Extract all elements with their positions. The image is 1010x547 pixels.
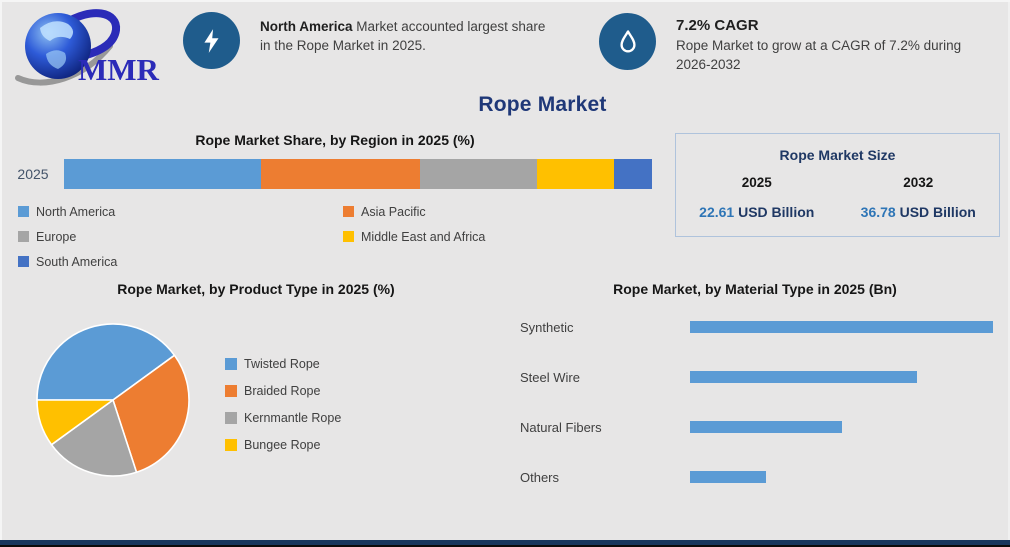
material-bar — [690, 371, 917, 383]
region-chart-title: Rope Market Share, by Region in 2025 (%) — [10, 132, 660, 148]
material-bar — [690, 321, 993, 333]
region-axis-label: 2025 — [10, 166, 56, 182]
legend-label: Europe — [36, 230, 76, 244]
region-segment-middle-east-and-africa — [537, 159, 613, 189]
legend-label: Twisted Rope — [244, 357, 320, 371]
value-unit: USD Billion — [734, 204, 814, 220]
legend-label: South America — [36, 255, 117, 269]
callout-cagr-text: 7.2% CAGR Rope Market to grow at a CAGR … — [676, 13, 976, 74]
market-size-box: Rope Market Size 2025 2032 22.61 USD Bil… — [675, 133, 1000, 237]
material-bar-chart: Synthetic Steel Wire Natural Fibers Others — [520, 302, 1000, 502]
material-bar-track — [690, 421, 1000, 433]
legend-label: Asia Pacific — [361, 205, 426, 219]
legend-swatch-icon — [225, 358, 237, 370]
legend-item-europe: Europe — [18, 229, 117, 244]
callout-north-america-text: North America Market accounted largest s… — [260, 12, 552, 55]
value-number: 22.61 — [699, 204, 734, 220]
market-size-value-2025: 22.61 USD Billion — [676, 204, 838, 220]
material-chart-title: Rope Market, by Material Type in 2025 (B… — [510, 281, 1000, 297]
legend-item-twisted-rope: Twisted Rope — [225, 356, 341, 371]
product-pie-legend: Twisted Rope Braided Rope Kernmantle Rope B… — [225, 356, 341, 452]
material-label: Others — [520, 470, 690, 485]
callout-cagr: 7.2% CAGR Rope Market to grow at a CAGR … — [599, 13, 976, 74]
rope-market-infographic: MMR North America Market accounted large… — [0, 0, 1010, 547]
market-size-year-2025: 2025 — [676, 175, 838, 190]
legend-swatch-icon — [18, 206, 29, 217]
region-legend-column-1: North America Europe South America — [18, 204, 117, 269]
material-bar — [690, 471, 766, 483]
legend-item-south-america: South America — [18, 254, 117, 269]
legend-swatch-icon — [225, 412, 237, 424]
region-segment-north-america — [64, 159, 261, 189]
material-bar — [690, 421, 842, 433]
value-unit: USD Billion — [896, 204, 976, 220]
legend-item-braided-rope: Braided Rope — [225, 383, 341, 398]
legend-swatch-icon — [225, 385, 237, 397]
callout-bold-text: North America — [260, 19, 353, 34]
product-pie-chart — [33, 320, 193, 480]
region-segment-europe — [420, 159, 538, 189]
legend-swatch-icon — [225, 439, 237, 451]
material-bar-track — [690, 321, 1000, 333]
legend-item-bungee-rope: Bungee Rope — [225, 437, 341, 452]
cagr-body-text: Rope Market to grow at a CAGR of 7.2% du… — [676, 36, 976, 74]
callout-north-america: North America Market accounted largest s… — [183, 12, 552, 69]
droplet-icon — [599, 13, 656, 70]
legend-item-middle-east-and-africa: Middle East and Africa — [343, 229, 485, 244]
material-row-natural-fibers: Natural Fibers — [520, 402, 1000, 452]
page-title: Rope Market — [75, 93, 1010, 117]
material-label: Natural Fibers — [520, 420, 690, 435]
globe-icon: MMR — [10, 4, 170, 88]
product-chart-title: Rope Market, by Product Type in 2025 (%) — [20, 281, 492, 297]
material-label: Steel Wire — [520, 370, 690, 385]
material-row-others: Others — [520, 452, 1000, 502]
material-label: Synthetic — [520, 320, 690, 335]
legend-item-asia-pacific: Asia Pacific — [343, 204, 485, 219]
legend-swatch-icon — [343, 231, 354, 242]
legend-item-north-america: North America — [18, 204, 117, 219]
legend-label: Braided Rope — [244, 384, 320, 398]
legend-label: Middle East and Africa — [361, 230, 485, 244]
region-stacked-bar — [64, 159, 652, 189]
region-segment-asia-pacific — [261, 159, 420, 189]
legend-swatch-icon — [18, 231, 29, 242]
market-size-value-2032: 36.78 USD Billion — [838, 204, 1000, 220]
market-size-title: Rope Market Size — [676, 147, 999, 163]
material-bar-track — [690, 371, 1000, 383]
legend-swatch-icon — [18, 256, 29, 267]
value-number: 36.78 — [861, 204, 896, 220]
logo-text: MMR — [78, 52, 160, 87]
legend-swatch-icon — [343, 206, 354, 217]
legend-label: North America — [36, 205, 115, 219]
legend-item-kernmantle-rope: Kernmantle Rope — [225, 410, 341, 425]
region-legend-column-2: Asia Pacific Middle East and Africa — [343, 204, 485, 244]
cagr-headline: 7.2% CAGR — [676, 16, 976, 36]
region-segment-south-america — [614, 159, 652, 189]
legend-label: Bungee Rope — [244, 438, 320, 452]
material-row-synthetic: Synthetic — [520, 302, 1000, 352]
legend-label: Kernmantle Rope — [244, 411, 341, 425]
lightning-icon — [183, 12, 240, 69]
mmr-logo: MMR — [10, 4, 170, 88]
market-size-year-2032: 2032 — [838, 175, 1000, 190]
material-bar-track — [690, 471, 1000, 483]
material-row-steel-wire: Steel Wire — [520, 352, 1000, 402]
